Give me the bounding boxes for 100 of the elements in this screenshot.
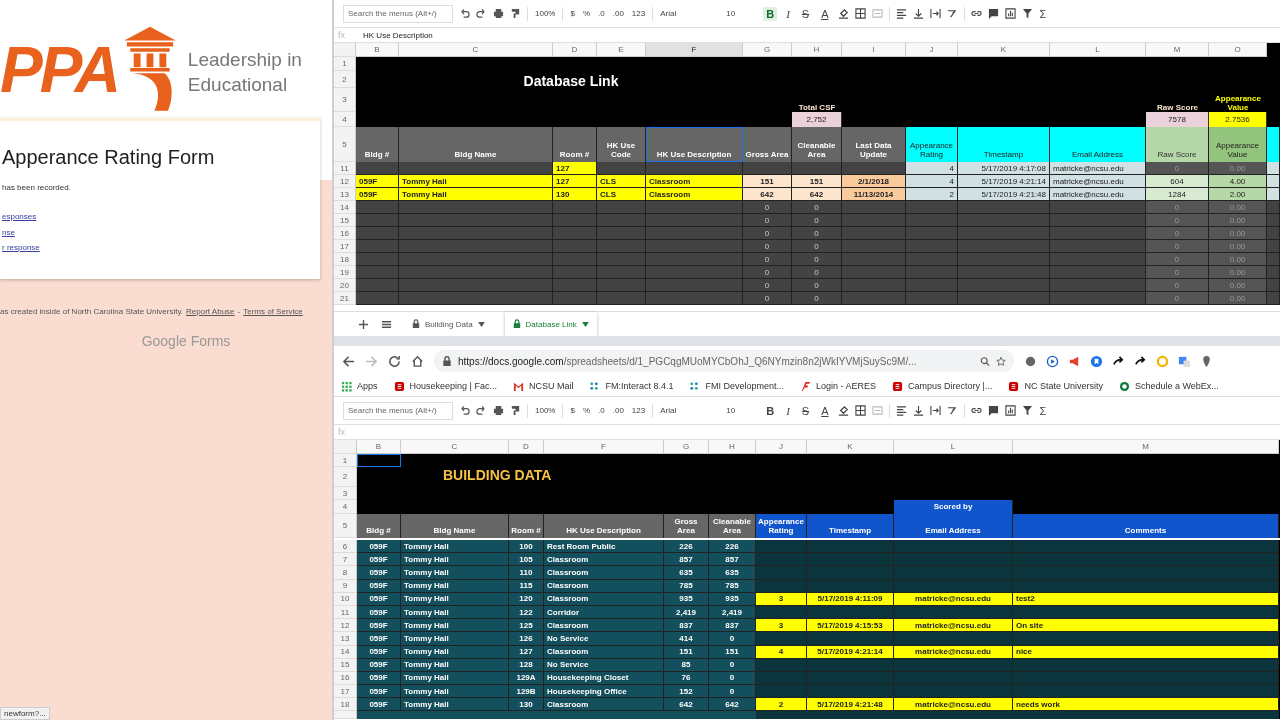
functions-button[interactable]: Σ [1038,402,1048,419]
extension-icon[interactable] [1024,354,1037,368]
column-header[interactable]: G [743,43,792,57]
format-button[interactable]: .00 [611,404,625,417]
caret-icon[interactable] [581,321,589,327]
fill-color-icon[interactable] [837,8,849,19]
text-style-button[interactable]: I [783,6,793,21]
pin-icon[interactable] [1200,354,1213,368]
format-button[interactable]: 123 [630,404,647,417]
link-icon[interactable] [970,405,982,416]
bookmark-link[interactable]: Housekeeping | Fac... [393,380,497,392]
filter-icon[interactable] [1021,405,1033,416]
filter-icon[interactable] [1021,8,1033,19]
paint-format-icon[interactable] [510,405,521,416]
column-header[interactable]: C [401,440,509,454]
column-header[interactable]: F [544,440,664,454]
undo-icon[interactable] [459,8,470,19]
bookmark-link[interactable]: NCSU Mail [512,380,574,392]
font-size-select[interactable]: 10 [725,7,758,20]
text-style-button[interactable]: B [763,6,778,21]
zoom-icon[interactable] [980,355,990,367]
format-button[interactable]: % [581,7,592,20]
format-button[interactable]: $ [569,7,576,20]
colorful-circle-icon[interactable] [1156,354,1169,368]
add-sheet-icon[interactable] [358,318,369,330]
column-header[interactable]: K [958,43,1050,57]
column-header[interactable]: E [597,43,646,57]
column-header[interactable]: B [357,440,401,454]
column-header[interactable]: H [792,43,842,57]
bookmark-link[interactable]: Campus Directory |... [892,380,993,392]
text-style-button[interactable]: A [818,403,832,418]
wrap-icon[interactable] [929,8,941,19]
chart-icon[interactable] [1004,405,1016,416]
format-button[interactable]: .0 [597,7,606,20]
format-button[interactable]: .0 [597,404,606,417]
paint-format-icon[interactable] [510,8,521,19]
sheet-list-icon[interactable] [381,318,392,330]
format-button[interactable]: .00 [611,7,625,20]
corner-cell[interactable] [334,43,356,57]
text-style-button[interactable]: S [798,403,813,418]
font-select[interactable]: Arial [659,404,720,417]
column-header[interactable]: O [1209,43,1267,57]
align-icon[interactable] [895,8,907,19]
rotate-icon[interactable] [946,405,958,416]
redo-icon[interactable] [476,405,487,416]
column-header[interactable]: M [1013,440,1279,454]
reload-icon[interactable] [388,354,401,368]
redo-icon[interactable] [476,8,487,19]
column-header[interactable]: B [356,43,399,57]
column-header[interactable]: I [842,43,906,57]
column-header[interactable]: J [756,440,807,454]
arrow-icon[interactable] [1112,354,1125,368]
arrow-icon[interactable] [1134,354,1147,368]
font-size-select[interactable]: 10 [725,404,758,417]
functions-button[interactable]: Σ [1038,5,1048,22]
link-icon[interactable] [970,8,982,19]
column-header[interactable]: H [709,440,756,454]
form-link[interactable]: esponses [2,209,37,225]
play-icon[interactable] [1046,354,1059,368]
column-header[interactable]: L [1050,43,1146,57]
home-icon[interactable] [411,354,424,368]
bookmark-link[interactable]: Apps [341,380,378,392]
column-header[interactable]: M [1146,43,1209,57]
font-select[interactable]: Arial [659,7,720,20]
text-style-button[interactable]: B [763,403,778,418]
print-icon[interactable] [493,405,504,416]
sheet-tab[interactable]: Database Link [504,312,597,336]
form-link[interactable]: nse [2,224,15,240]
borders-icon[interactable] [854,8,866,19]
print-icon[interactable] [493,8,504,19]
vertical-align-icon[interactable] [912,8,924,19]
format-button[interactable]: % [581,404,592,417]
menu-search-field[interactable]: Search the menus (Alt+/) [343,401,453,420]
sheet-tab[interactable]: Building Data [404,312,493,336]
back-icon[interactable] [342,354,355,368]
footer-link[interactable]: Terms of Service [243,307,303,316]
corner-cell[interactable] [334,440,357,454]
rotate-icon[interactable] [946,8,958,19]
zoom-select[interactable]: 100% [534,7,557,20]
selected-cell[interactable] [357,454,401,467]
fill-color-icon[interactable] [837,405,849,416]
megaphone-icon[interactable] [1068,354,1081,368]
chart-icon[interactable] [1004,8,1016,19]
undo-icon[interactable] [459,405,470,416]
column-header[interactable]: D [509,440,544,454]
zoom-select[interactable]: 100% [534,404,557,417]
text-style-button[interactable]: S [798,6,813,21]
footer-link[interactable]: Report Abuse [186,307,235,316]
column-header[interactable]: G [664,440,709,454]
column-header[interactable]: L [894,440,1013,454]
address-bar[interactable]: https://docs.google.com/spreadsheets/d/1_PGCqgMUoMYCbOhJ_Q6NYmzin8n2jWkIYVMjSuySc9M/... [434,350,1014,372]
wrap-icon[interactable] [929,405,941,416]
form-link[interactable]: r response [2,240,40,256]
text-style-button[interactable]: I [783,403,793,418]
format-button[interactable]: 123 [630,7,647,20]
vertical-align-icon[interactable] [912,405,924,416]
bookmark-link[interactable]: FM:Interact 8.4.1 [589,380,674,392]
comment-icon[interactable] [987,405,999,416]
comment-icon[interactable] [987,8,999,19]
star-icon[interactable] [996,355,1006,367]
